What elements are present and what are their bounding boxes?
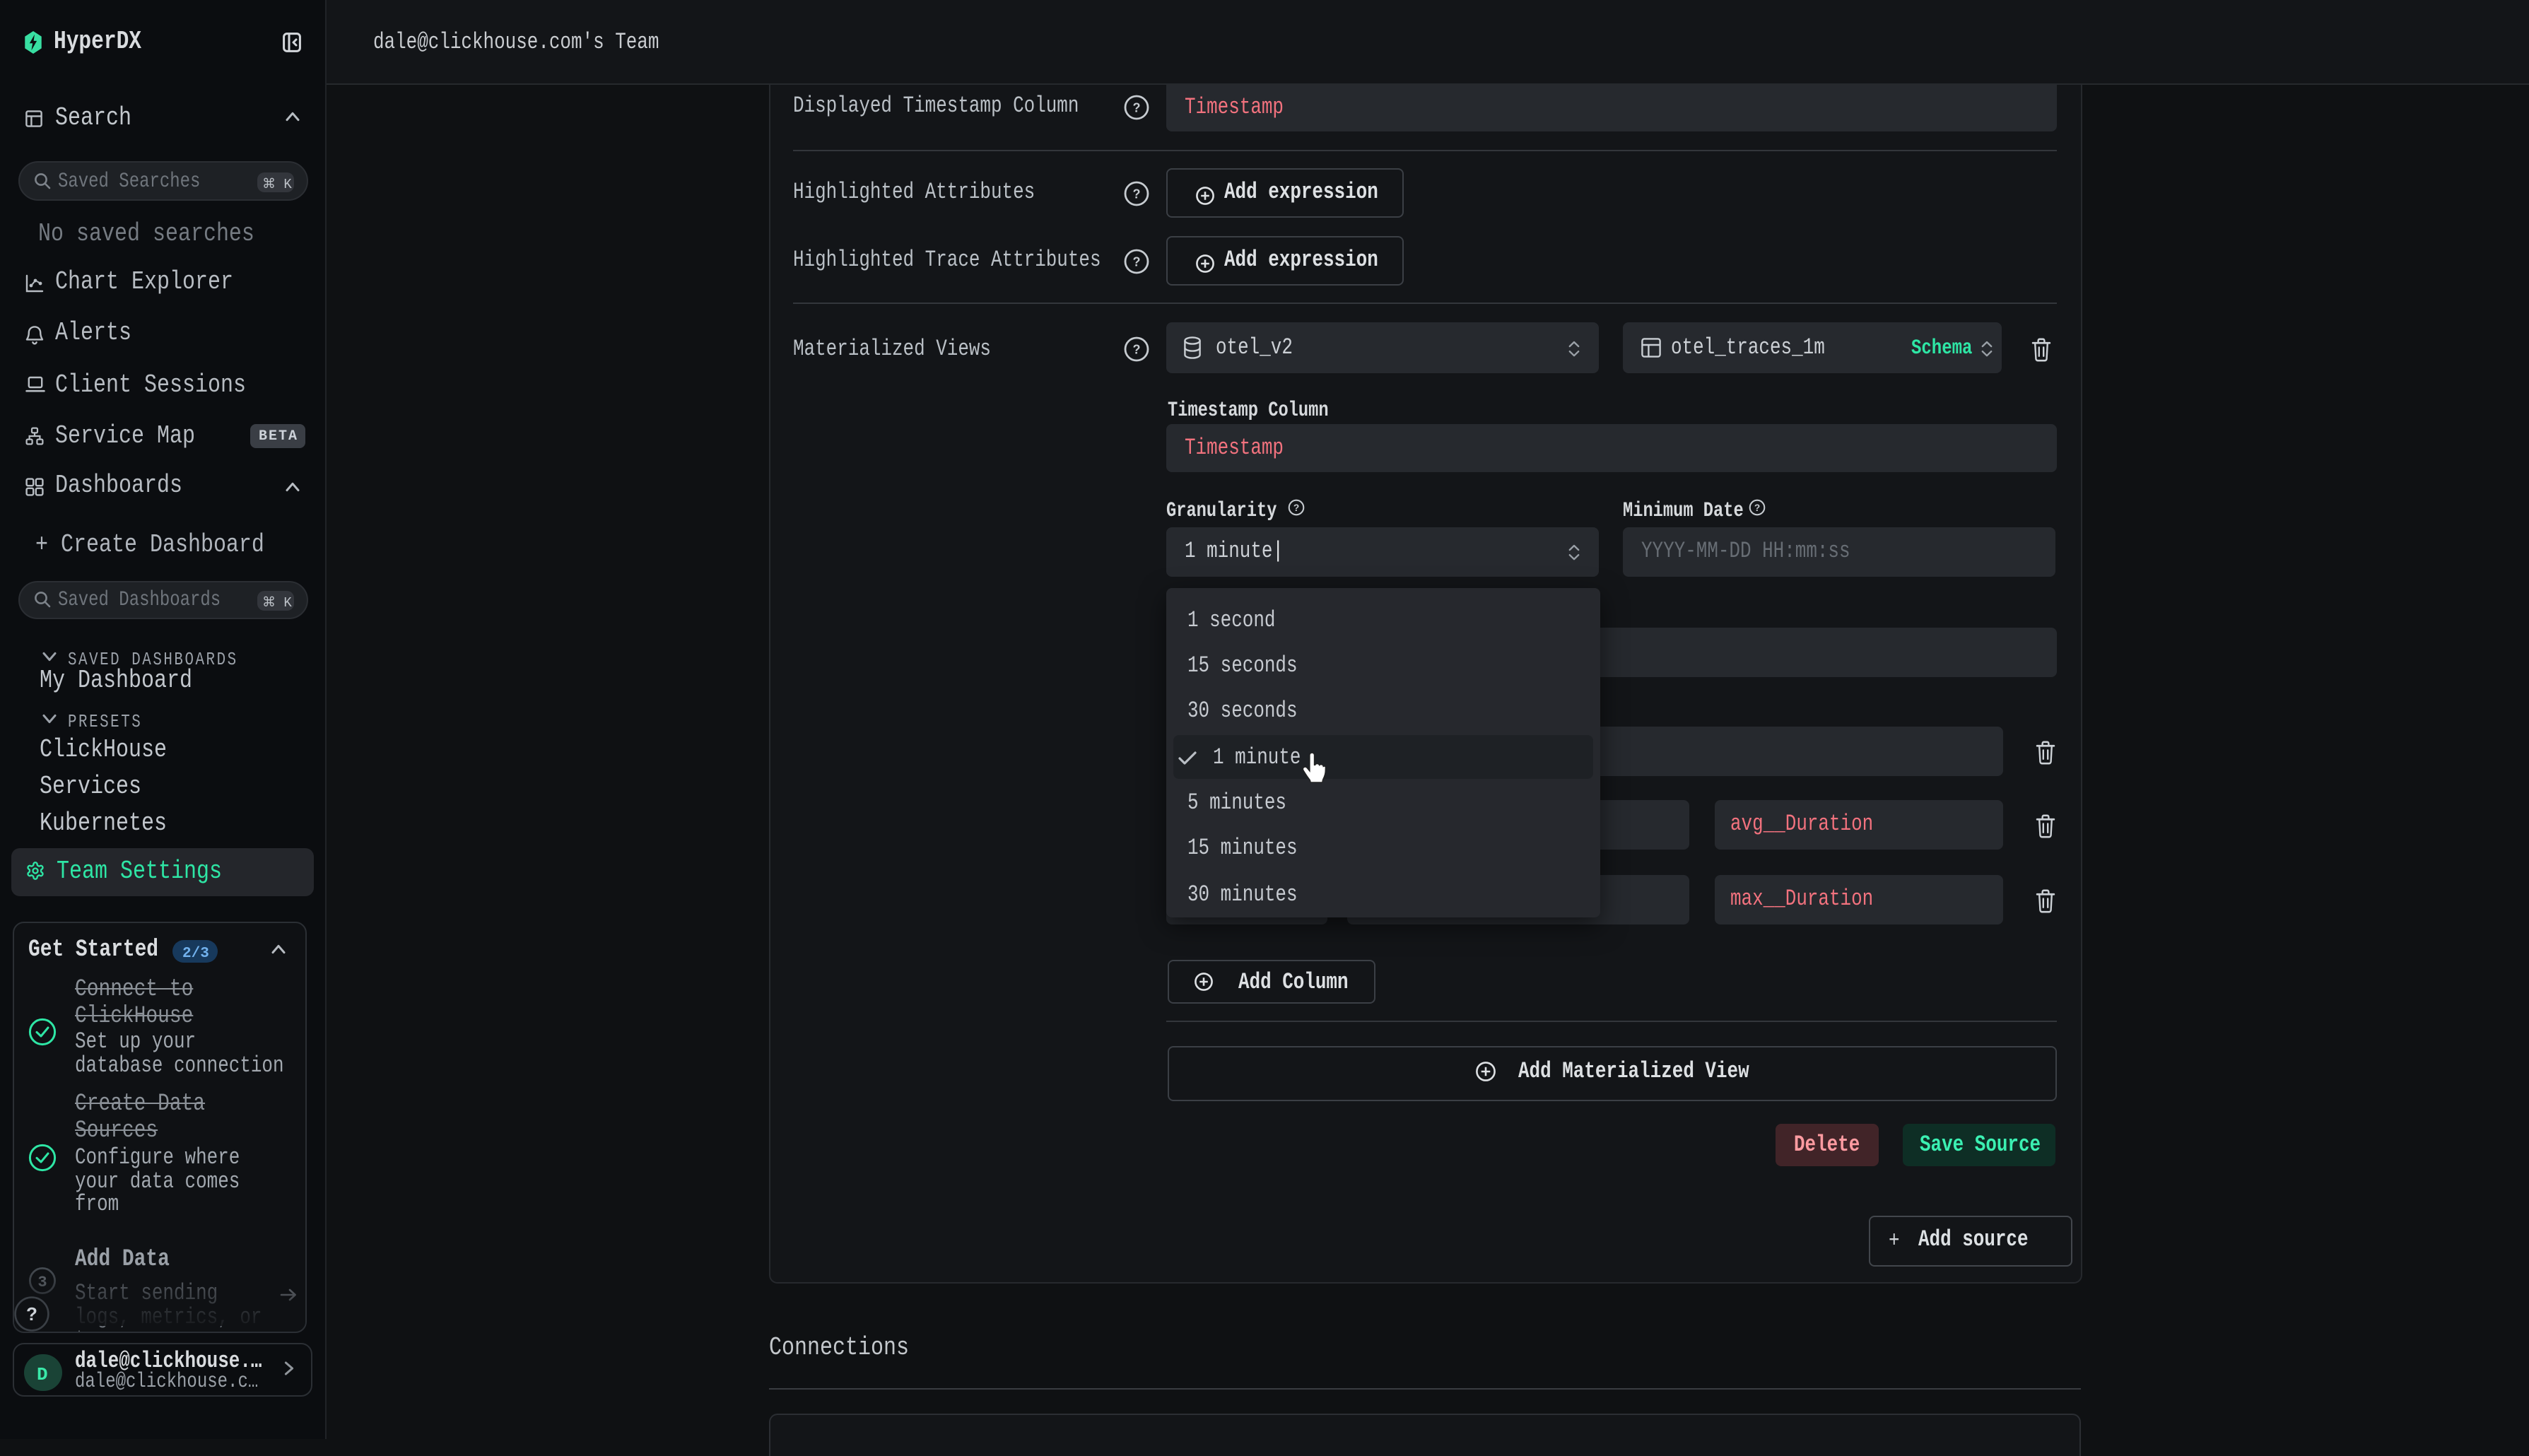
svg-text:?: ?: [1754, 503, 1760, 513]
svg-text:?: ?: [1132, 186, 1140, 200]
svg-text:?: ?: [1293, 503, 1299, 513]
svg-text:?: ?: [1132, 254, 1140, 268]
svg-text:?: ?: [1132, 100, 1140, 114]
svg-text:?: ?: [1132, 342, 1140, 356]
svg-text:?: ?: [26, 1303, 37, 1325]
